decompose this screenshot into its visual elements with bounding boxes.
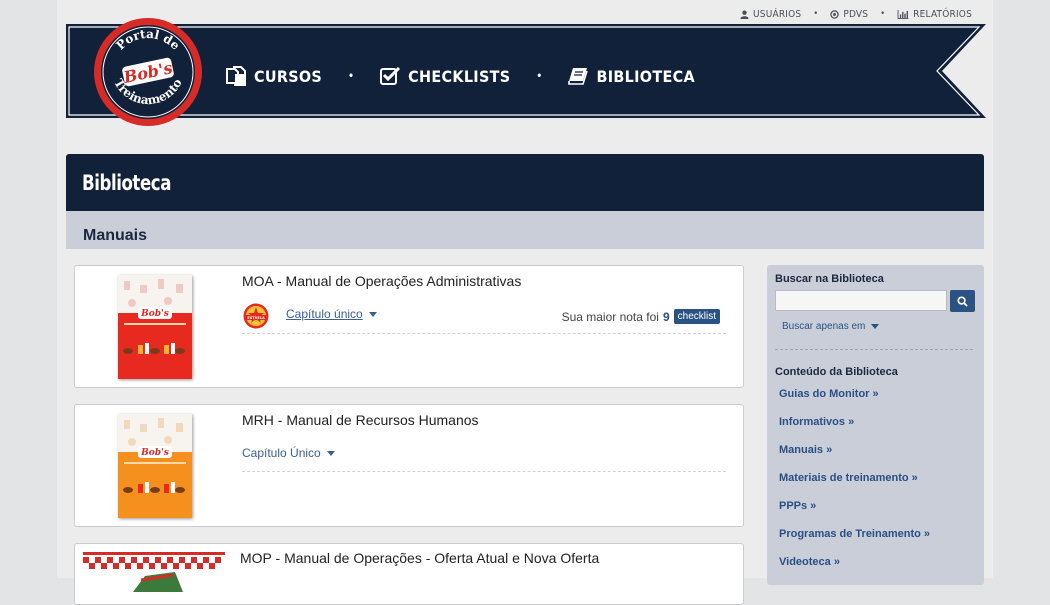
chapter-dropdown-label: Capítulo Único xyxy=(242,446,321,460)
nav-library[interactable]: BIBLIOTECA xyxy=(568,66,695,86)
svg-text:Bob's: Bob's xyxy=(140,448,169,458)
chevron-down-icon xyxy=(326,450,335,456)
manual-card: Bob's MRH - Manual de Recursos Humanos C… xyxy=(74,404,744,527)
users-link[interactable]: USUÁRIOS xyxy=(740,9,801,20)
chapter-dropdown-label: Capítulo único xyxy=(286,307,363,321)
score-prefix: Sua maior nota foi xyxy=(561,309,659,324)
manual-title: MOA - Manual de Operações Administrativa… xyxy=(242,273,522,289)
svg-text:Bob's: Bob's xyxy=(140,309,169,319)
sidebar-link-programas-de-treinamento[interactable]: Programas de Treinamento » xyxy=(779,528,930,540)
pdvs-link-label: PDVS xyxy=(843,8,869,20)
sidebar-link-manuais[interactable]: Manuais » xyxy=(779,444,832,456)
sidebar: Buscar na Biblioteca Buscar apenas em Co… xyxy=(767,265,984,585)
sidebar-link-ppps[interactable]: PPPs » xyxy=(779,500,816,512)
medal-icon: ESTRELA xyxy=(243,303,269,329)
nav-courses-label: CURSOS xyxy=(254,66,323,86)
library-content-label: Conteúdo da Biblioteca xyxy=(775,366,898,378)
sidebar-link-materiais-de-treinamento[interactable]: Materiais de treinamento » xyxy=(779,472,918,484)
nav-library-label: BIBLIOTECA xyxy=(596,66,695,86)
user-icon xyxy=(740,10,749,19)
search-label: Buscar na Biblioteca xyxy=(775,273,884,285)
separator-dot: • xyxy=(880,9,886,19)
target-icon xyxy=(830,9,840,19)
section-header: Manuais xyxy=(66,211,984,249)
search-input[interactable] xyxy=(775,290,947,311)
chevron-down-icon xyxy=(871,324,880,329)
search-scope-dropdown[interactable]: Buscar apenas em xyxy=(782,321,880,332)
nav-checklists-label: CHECKLISTS xyxy=(408,66,511,86)
reports-link[interactable]: RELATÓRIOS xyxy=(897,9,972,20)
nav-checklists[interactable]: CHECKLISTS xyxy=(380,67,510,86)
manual-cover-thumbnail[interactable]: Bob's xyxy=(118,275,192,379)
utility-nav: USUÁRIOS • PDVS • RELATÓRIOS xyxy=(740,6,972,22)
document-copy-icon xyxy=(226,66,246,86)
search-button[interactable] xyxy=(950,290,975,312)
pdvs-link[interactable]: PDVS xyxy=(830,9,868,20)
separator-dot: • xyxy=(813,9,819,19)
manual-card: Bob's MOA - Manual de Operações Administ… xyxy=(74,265,744,388)
page-title-bar: Biblioteca xyxy=(66,154,984,211)
main-nav: CURSOS • CHECKLISTS • BIBLIOTECA xyxy=(226,64,695,88)
book-icon xyxy=(568,68,589,85)
manual-title: MOP - Manual de Operações - Oferta Atual… xyxy=(240,550,600,566)
sidebar-link-guias-do-monitor[interactable]: Guias do Monitor » xyxy=(779,388,879,400)
section-title: Manuais xyxy=(83,227,148,244)
bar-chart-icon xyxy=(897,9,909,19)
sidebar-link-informativos[interactable]: Informativos » xyxy=(779,416,854,428)
nav-courses[interactable]: CURSOS xyxy=(226,66,322,86)
manual-cover-thumbnail[interactable] xyxy=(83,552,225,592)
divider xyxy=(775,349,973,350)
best-score: Sua maior nota foi 9 checklist xyxy=(562,309,720,324)
chevron-down-icon xyxy=(368,311,377,317)
search-scope-label: Buscar apenas em xyxy=(782,321,866,332)
separator-dot: • xyxy=(348,70,355,82)
sidebar-link-videoteca[interactable]: Videoteca » xyxy=(779,556,840,568)
separator-dot: • xyxy=(536,70,543,82)
score-value: 9 xyxy=(662,309,670,324)
reports-link-label: RELATÓRIOS xyxy=(913,8,972,20)
manual-title: MRH - Manual de Recursos Humanos xyxy=(242,412,479,428)
manual-card: MOP - Manual de Operações - Oferta Atual… xyxy=(74,543,744,605)
page-title: Biblioteca xyxy=(82,171,171,195)
portal-logo[interactable]: Portal de Treinamento Bob's xyxy=(93,17,203,127)
svg-text:ESTRELA: ESTRELA xyxy=(247,316,265,320)
users-link-label: USUÁRIOS xyxy=(753,8,802,20)
chapter-dropdown[interactable]: Capítulo Único xyxy=(242,446,335,460)
search-icon xyxy=(957,295,968,307)
checkbox-icon xyxy=(380,67,401,85)
manual-cover-thumbnail[interactable]: Bob's xyxy=(118,414,192,518)
checklist-badge[interactable]: checklist xyxy=(673,309,720,324)
divider xyxy=(242,471,726,472)
chapter-dropdown[interactable]: Capítulo único xyxy=(286,307,377,321)
divider xyxy=(242,333,726,334)
